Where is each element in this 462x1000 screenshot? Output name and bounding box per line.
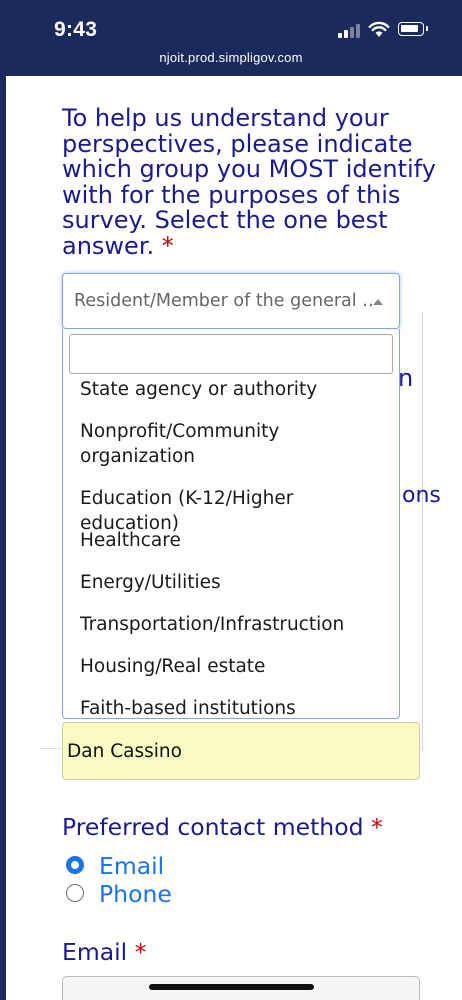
name-field-value: Dan Cassino bbox=[67, 741, 182, 762]
radio-label[interactable]: Phone bbox=[99, 880, 172, 908]
dropdown-option[interactable]: Healthcare bbox=[80, 528, 395, 553]
clock: 9:43 bbox=[54, 18, 98, 41]
background-text-fragment: n bbox=[398, 364, 414, 392]
group-dropdown[interactable]: State agency or authority Nonprofit/Comm… bbox=[62, 329, 400, 719]
contact-method-label: Preferred contact method * bbox=[62, 813, 383, 841]
url-bar[interactable]: njoit.prod.simpligov.com bbox=[0, 50, 462, 65]
required-marker: * bbox=[134, 938, 147, 966]
status-bar: 9:43 njoit.prod.simpligov.com bbox=[0, 0, 462, 76]
dropdown-search-input[interactable] bbox=[69, 334, 393, 374]
group-question-text: To help us understand your perspectives,… bbox=[62, 104, 436, 260]
email-label-text: Email bbox=[62, 938, 128, 966]
dropdown-option[interactable]: Energy/Utilities bbox=[80, 570, 395, 595]
name-field[interactable]: Dan Cassino bbox=[62, 722, 420, 780]
signal-icon bbox=[338, 24, 362, 38]
email-label: Email * bbox=[62, 938, 146, 966]
required-marker: * bbox=[161, 231, 174, 260]
radio-checked-icon[interactable] bbox=[66, 856, 84, 874]
group-select-value: Resident/Member of the general … bbox=[74, 291, 374, 311]
required-marker: * bbox=[370, 813, 383, 841]
form-page: To help us understand your perspectives,… bbox=[6, 76, 462, 1000]
background-divider bbox=[422, 312, 423, 752]
background-text-fragment: ons bbox=[402, 483, 441, 508]
chevron-up-icon bbox=[373, 299, 383, 305]
dropdown-option[interactable]: Nonprofit/Community organization bbox=[80, 419, 395, 469]
group-select[interactable]: Resident/Member of the general … bbox=[62, 273, 400, 329]
dropdown-option[interactable]: Housing/Real estate bbox=[80, 654, 395, 679]
dropdown-option[interactable]: Faith-based institutions bbox=[80, 696, 395, 718]
battery-icon bbox=[398, 22, 428, 36]
home-indicator[interactable] bbox=[149, 984, 314, 990]
dropdown-option[interactable]: Transportation/Infrastruction bbox=[80, 612, 395, 637]
dropdown-option[interactable]: State agency or authority bbox=[80, 377, 395, 402]
radio-label[interactable]: Email bbox=[99, 852, 164, 880]
radio-unchecked-icon[interactable] bbox=[66, 884, 84, 902]
group-question: To help us understand your perspectives,… bbox=[62, 104, 442, 260]
contact-method-label-text: Preferred contact method bbox=[62, 813, 364, 841]
wifi-icon bbox=[368, 21, 390, 37]
